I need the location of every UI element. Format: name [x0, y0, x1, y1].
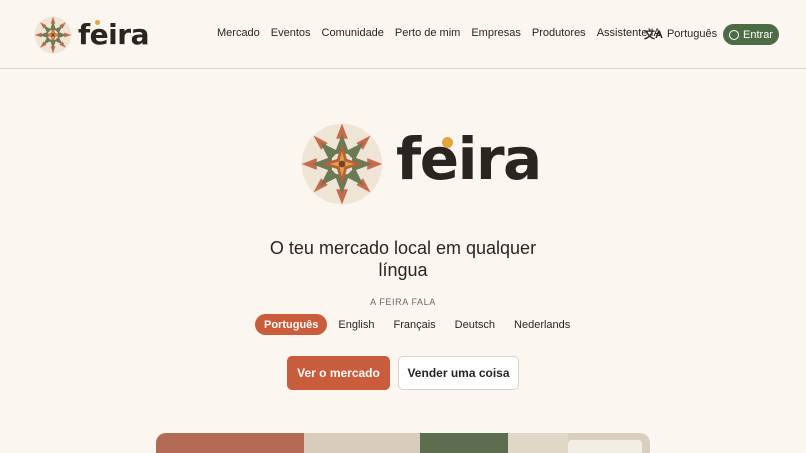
nav-item-eventos[interactable]: Eventos [271, 27, 311, 39]
language-pill-portugues[interactable]: Português [255, 314, 328, 335]
hero-image [156, 433, 650, 453]
language-switcher-label: Português [666, 28, 718, 40]
language-pill-francais[interactable]: Français [384, 314, 444, 335]
view-market-button[interactable]: Ver o mercado [287, 356, 390, 390]
language-pills: Português English Français Deutsch Neder… [255, 314, 579, 335]
hero-image-card [568, 440, 642, 453]
login-button[interactable]: Entrar [723, 24, 779, 45]
speaks-label: A FEIRA FALA [370, 297, 436, 307]
login-button-label: Entrar [743, 28, 773, 41]
feira-logo-icon[interactable] [33, 15, 73, 55]
language-pill-deutsch[interactable]: Deutsch [446, 314, 504, 335]
sell-item-button[interactable]: Vender uma coisa [398, 356, 519, 390]
nav-item-empresas[interactable]: Empresas [471, 27, 521, 39]
nav-item-comunidade[interactable]: Comunidade [322, 27, 384, 39]
language-pill-nederlands[interactable]: Nederlands [505, 314, 579, 335]
hero-tagline: O teu mercado local em qualquer língua [269, 238, 537, 280]
nav-item-mercado[interactable]: Mercado [217, 27, 260, 39]
language-switcher[interactable]: 文A Português [644, 26, 717, 42]
hero-image-segment [420, 433, 508, 453]
feira-logo-large-icon [301, 123, 383, 205]
site-header: feira Mercado Eventos Comunidade Perto d… [0, 0, 806, 69]
nav-item-produtores[interactable]: Produtores [532, 27, 586, 39]
brand-name[interactable]: feira [78, 18, 149, 51]
brand-dot-large [442, 137, 453, 148]
user-circle-icon [729, 29, 740, 40]
nav-item-perto-de-mim[interactable]: Perto de mim [395, 27, 460, 39]
brand-dot [95, 20, 100, 25]
brand-name-large: feira [396, 125, 542, 193]
hero-image-segment [304, 433, 420, 453]
hero-image-segment [508, 433, 568, 453]
language-pill-english[interactable]: English [329, 314, 383, 335]
main-nav: Mercado Eventos Comunidade Perto de mim … [217, 27, 661, 39]
translate-icon: 文A [644, 29, 663, 41]
hero-image-segment [156, 433, 304, 453]
